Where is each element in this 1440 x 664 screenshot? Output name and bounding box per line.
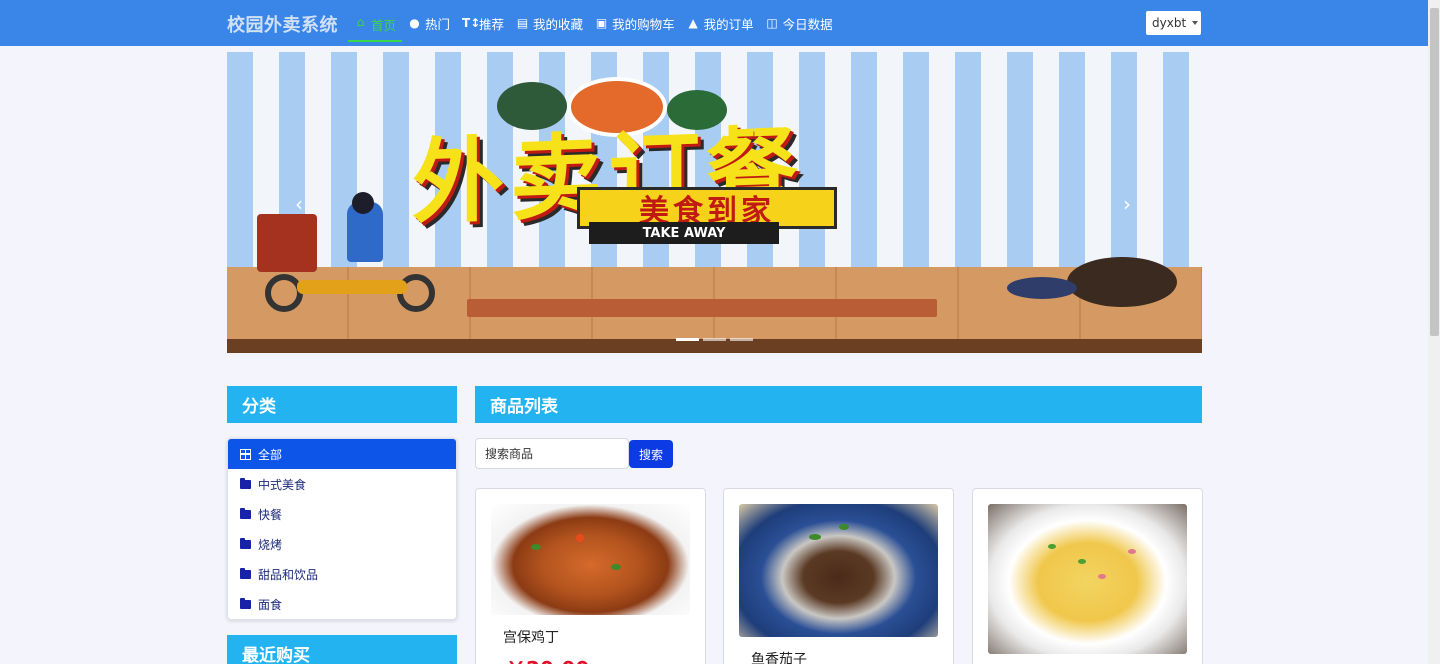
folder-icon — [240, 507, 251, 519]
category-item-fastfood[interactable]: 快餐 — [228, 499, 456, 529]
nav-home[interactable]: ⌂ 首页 — [348, 12, 403, 42]
nav-cart-label: 我的购物车 — [612, 16, 675, 32]
food-garnish — [1128, 549, 1136, 554]
banner-carousel: 外卖订餐 美食到家 TAKE AWAY ‹ › — [227, 52, 1202, 353]
category-label: 面食 — [258, 597, 283, 612]
banner-tagline: TAKE AWAY — [589, 222, 779, 244]
carousel-indicator-1[interactable] — [676, 338, 699, 341]
carousel-prev-icon[interactable]: ‹ — [289, 192, 309, 216]
nav-recommend-label: 推荐 — [479, 16, 505, 32]
category-item-chinese[interactable]: 中式美食 — [228, 469, 456, 499]
nav-hot-label: 热门 — [425, 16, 451, 32]
fire-icon: ● — [409, 16, 420, 30]
user-name: dyxbt — [1152, 16, 1187, 30]
product-image[interactable] — [988, 504, 1187, 654]
bag-icon: ▲ — [688, 16, 698, 30]
food-garnish — [531, 544, 541, 550]
folder-icon — [240, 477, 251, 489]
category-label: 全部 — [258, 447, 283, 462]
recent-purchases-title: 最近购买 — [242, 646, 310, 664]
product-card[interactable]: 鱼香茄子 — [723, 488, 954, 664]
product-name[interactable]: 鱼香茄子 — [751, 649, 807, 664]
product-price: ￥20.00 — [506, 653, 589, 664]
category-label: 甜品和饮品 — [258, 567, 319, 582]
product-card[interactable]: 宫保鸡丁 ￥20.00 — [475, 488, 706, 664]
category-item-all[interactable]: 全部 — [228, 439, 456, 469]
product-image[interactable] — [491, 504, 690, 615]
nav-home-label: 首页 — [371, 18, 397, 33]
nav-orders-label: 我的订单 — [703, 16, 754, 32]
nav-today-data[interactable]: ◫ 今日数据 — [760, 9, 839, 37]
product-card[interactable] — [972, 488, 1203, 664]
main-nav: ⌂ 首页 ● 热门 T↕ 推荐 ▤ 我的收藏 ▣ 我的购物车 ▲ 我的订单 ◫ … — [348, 0, 839, 46]
carousel-next-icon[interactable]: › — [1117, 192, 1137, 216]
folder-icon — [240, 597, 251, 609]
category-label: 快餐 — [258, 507, 283, 522]
category-label: 烧烤 — [258, 537, 283, 552]
top-navbar: 校园外卖系统 ⌂ 首页 ● 热门 T↕ 推荐 ▤ 我的收藏 ▣ 我的购物车 ▲ … — [0, 0, 1428, 46]
cart-icon: ▣ — [595, 16, 608, 30]
nav-favorites[interactable]: ▤ 我的收藏 — [510, 9, 589, 37]
carousel-indicator-2[interactable] — [703, 338, 726, 341]
nav-recommend[interactable]: T↕ 推荐 — [456, 9, 510, 37]
category-list: 全部 中式美食 快餐 烧烤 甜品和饮品 面食 — [227, 438, 457, 620]
food-plate-image — [1007, 277, 1077, 299]
folder-open-icon: ▤ — [516, 16, 529, 30]
category-label: 中式美食 — [258, 477, 307, 492]
carousel-indicator-3[interactable] — [730, 338, 753, 341]
recent-purchases-header: 最近购买 — [227, 635, 457, 664]
food-garnish — [839, 524, 849, 530]
folder-icon — [240, 537, 251, 549]
food-garnish — [1078, 559, 1086, 564]
product-name[interactable]: 宫保鸡丁 — [503, 627, 559, 647]
carousel-indicators — [676, 338, 753, 341]
category-panel-header: 分类 — [227, 386, 457, 423]
nav-hot[interactable]: ● 热门 — [402, 9, 456, 37]
food-garnish — [1048, 544, 1056, 549]
food-garnish — [1098, 574, 1106, 579]
nav-cart[interactable]: ▣ 我的购物车 — [589, 9, 681, 37]
category-item-noodles[interactable]: 面食 — [228, 589, 456, 619]
category-panel-title: 分类 — [242, 397, 276, 417]
grid-icon — [240, 448, 251, 460]
delivery-rider-illustration — [257, 192, 437, 312]
folder-icon — [240, 567, 251, 579]
text-height-icon: T↕ — [462, 16, 481, 30]
search-button[interactable]: 搜索 — [629, 440, 673, 468]
scrollbar-thumb[interactable] — [1430, 8, 1439, 336]
caret-down-icon — [1192, 21, 1199, 25]
nav-favorites-label: 我的收藏 — [533, 16, 584, 32]
nav-orders[interactable]: ▲ 我的订单 — [681, 9, 760, 37]
nav-today-data-label: 今日数据 — [782, 16, 833, 32]
food-garnish — [576, 534, 584, 542]
home-icon: ⌂ — [356, 15, 365, 29]
database-icon: ◫ — [766, 16, 778, 30]
category-item-bbq[interactable]: 烧烤 — [228, 529, 456, 559]
category-item-desserts[interactable]: 甜品和饮品 — [228, 559, 456, 589]
food-garnish — [809, 534, 821, 540]
product-list-title: 商品列表 — [490, 397, 558, 417]
search-input[interactable] — [475, 438, 629, 469]
product-image[interactable] — [739, 504, 938, 637]
food-garnish — [611, 564, 621, 570]
product-list-header: 商品列表 — [475, 386, 1202, 423]
banner-plank — [467, 299, 937, 317]
food-bowl-image — [1067, 257, 1177, 307]
brand-title[interactable]: 校园外卖系统 — [227, 11, 338, 37]
user-dropdown[interactable]: dyxbt — [1146, 11, 1201, 35]
